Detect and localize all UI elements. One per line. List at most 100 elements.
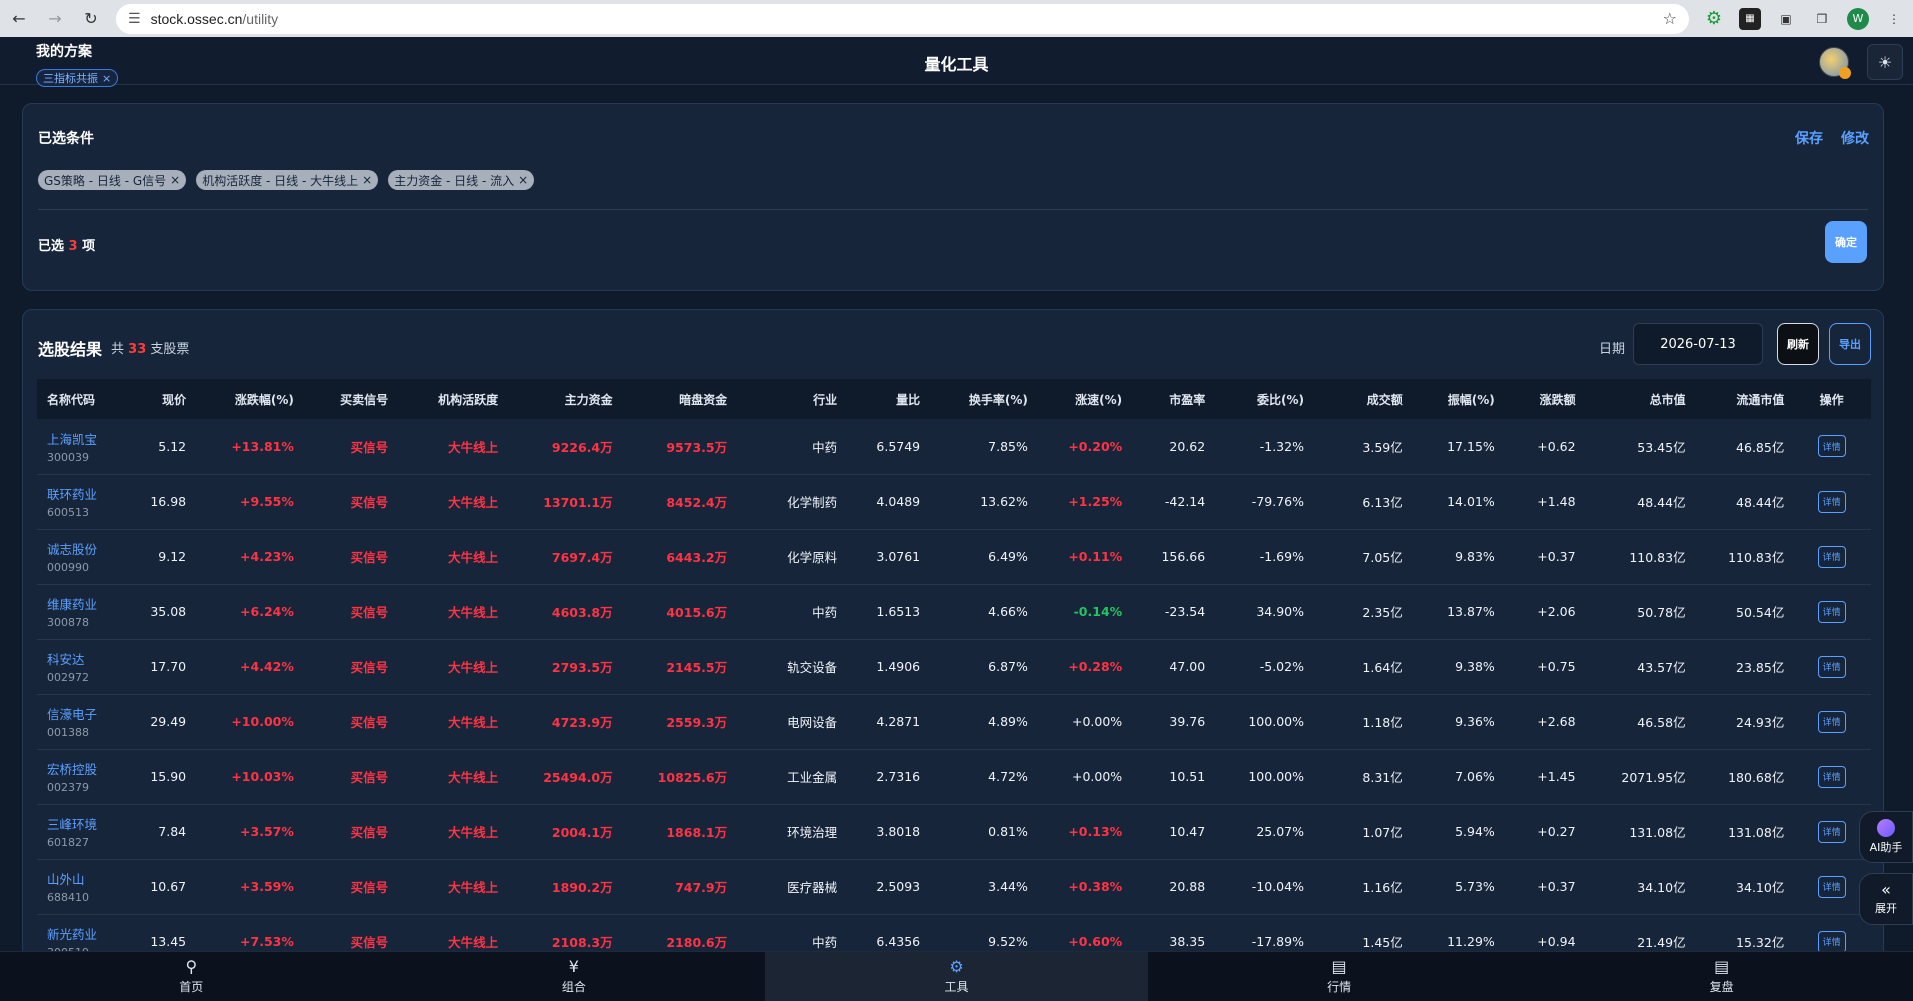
detail-button[interactable]: 详情 bbox=[1817, 765, 1846, 788]
table-row[interactable]: 维康药业 300878 35.08 +6.24% 买信号 大牛线上 4603.8万 4015.… bbox=[37, 584, 1871, 639]
extension-chart-icon[interactable]: ▦ bbox=[1739, 7, 1761, 30]
reload-icon[interactable]: ↻ bbox=[80, 8, 102, 30]
export-button[interactable]: 导出 bbox=[1829, 323, 1871, 365]
search-icon: ⚲ bbox=[185, 957, 198, 976]
table-row[interactable]: 联环药业 600513 16.98 +9.55% 买信号 大牛线上 13701.1万 8452… bbox=[37, 474, 1871, 529]
edit-button[interactable]: 修改 bbox=[1841, 128, 1869, 148]
detail-button[interactable]: 详情 bbox=[1817, 490, 1846, 513]
cell-turnover: 3.44% bbox=[988, 879, 1028, 894]
cell-price: 5.12 bbox=[158, 438, 187, 454]
cell-speed: +0.20% bbox=[1068, 438, 1123, 454]
detail-button[interactable]: 详情 bbox=[1817, 600, 1846, 623]
detail-button[interactable]: 详情 bbox=[1817, 930, 1846, 953]
table-row[interactable]: 诚志股份 000990 9.12 +4.23% 买信号 大牛线上 7697.4万 6443.2… bbox=[37, 529, 1871, 584]
cell-main: 25494.0万 bbox=[543, 770, 613, 785]
nav-home[interactable]: ⚲ 首页 bbox=[0, 952, 383, 1001]
forward-icon[interactable]: → bbox=[44, 8, 66, 30]
detail-button[interactable]: 详情 bbox=[1817, 655, 1846, 678]
ai-assistant-button[interactable]: AI助手 bbox=[1859, 811, 1913, 863]
extension-gear-icon[interactable]: ⚙ bbox=[1703, 8, 1725, 30]
profile-avatar-icon[interactable]: W bbox=[1847, 7, 1869, 30]
nav-tools[interactable]: ⚙ 工具 bbox=[765, 952, 1148, 1001]
column-header[interactable]: 市盈率 bbox=[1130, 379, 1213, 419]
ai-assistant-label: AI助手 bbox=[1869, 841, 1903, 854]
cell-main: 7697.4万 bbox=[551, 550, 613, 565]
detail-button[interactable]: 详情 bbox=[1817, 710, 1846, 733]
stock-name-link[interactable]: 科安达 bbox=[47, 649, 117, 668]
cell-pe: 10.47 bbox=[1169, 824, 1206, 839]
column-header[interactable]: 委比(%) bbox=[1213, 379, 1312, 419]
cell-vr: 1.6513 bbox=[876, 604, 921, 619]
column-header[interactable]: 总市值 bbox=[1584, 379, 1694, 419]
condition-chip[interactable]: GS策略 - 日线 - G信号 × bbox=[38, 170, 187, 190]
column-header[interactable]: 流通市值 bbox=[1694, 379, 1793, 419]
table-row[interactable]: 三峰环境 601827 7.84 +3.57% 买信号 大牛线上 2004.1万 1868.1… bbox=[37, 804, 1871, 859]
nav-label: 行情 bbox=[1327, 980, 1352, 994]
detail-button[interactable]: 详情 bbox=[1817, 435, 1846, 458]
conditions-title: 已选条件 bbox=[38, 131, 94, 147]
nav-market[interactable]: ▤ 行情 bbox=[1148, 952, 1531, 1001]
cell-chg-amt: +0.75 bbox=[1537, 659, 1576, 674]
results-table-wrapper[interactable]: 名称代码 现价 涨跌幅(%) 买卖信号 机构活跃度 主力资金 暗盘资金 行业 量比 换手率(%) 涨… bbox=[37, 379, 1871, 970]
column-header[interactable]: 暗盘资金 bbox=[621, 379, 735, 419]
confirm-button[interactable]: 确定 bbox=[1825, 221, 1867, 263]
stock-name-link[interactable]: 联环药业 bbox=[47, 484, 117, 503]
stock-name-link[interactable]: 维康药业 bbox=[47, 594, 117, 613]
bookmark-star-icon[interactable]: ☆ bbox=[1663, 9, 1677, 28]
column-header[interactable]: 振幅(%) bbox=[1411, 379, 1503, 419]
cell-pe: 10.51 bbox=[1169, 769, 1206, 784]
refresh-button[interactable]: 刷新 bbox=[1777, 323, 1819, 365]
condition-chip[interactable]: 机构活跃度 - 日线 - 大牛线上 × bbox=[196, 170, 379, 190]
extension-box-icon[interactable]: ▣ bbox=[1775, 8, 1797, 30]
cell-turnover: 13.62% bbox=[980, 494, 1028, 509]
close-icon[interactable]: × bbox=[518, 173, 528, 187]
stock-name-link[interactable]: 三峰环境 bbox=[47, 814, 117, 833]
stock-name-link[interactable]: 宏桥控股 bbox=[47, 759, 117, 778]
back-icon[interactable]: ← bbox=[8, 8, 30, 30]
column-header[interactable]: 量比 bbox=[845, 379, 928, 419]
detail-button[interactable]: 详情 bbox=[1817, 820, 1846, 843]
nav-portfolio[interactable]: ¥ 组合 bbox=[383, 952, 766, 1001]
close-icon[interactable]: × bbox=[362, 173, 372, 187]
column-header[interactable]: 涨跌额 bbox=[1503, 379, 1584, 419]
column-header[interactable]: 主力资金 bbox=[506, 379, 620, 419]
table-row[interactable]: 科安达 002972 17.70 +4.42% 买信号 大牛线上 2793.5万 2145.5… bbox=[37, 639, 1871, 694]
stock-name-link[interactable]: 信濠电子 bbox=[47, 704, 117, 723]
table-row[interactable]: 信濠电子 001388 29.49 +10.00% 买信号 大牛线上 4723.9万 2559… bbox=[37, 694, 1871, 749]
user-avatar[interactable] bbox=[1819, 47, 1851, 79]
menu-dots-icon[interactable]: ⋮ bbox=[1883, 8, 1905, 30]
cell-signal: 买信号 bbox=[350, 880, 389, 895]
date-picker[interactable]: 2026-07-13 bbox=[1633, 323, 1763, 365]
theme-toggle-button[interactable]: ☀ bbox=[1867, 44, 1903, 80]
stock-name-link[interactable]: 诚志股份 bbox=[47, 539, 117, 558]
stock-name-link[interactable]: 上海凯宝 bbox=[47, 429, 117, 448]
table-row[interactable]: 上海凯宝 300039 5.12 +13.81% 买信号 大牛线上 9226.4万 9573.… bbox=[37, 419, 1871, 474]
stock-name-link[interactable]: 山外山 bbox=[47, 869, 117, 888]
table-row[interactable]: 山外山 688410 10.67 +3.59% 买信号 大牛线上 1890.2万 747.9万… bbox=[37, 859, 1871, 914]
detail-button[interactable]: 详情 bbox=[1817, 875, 1846, 898]
ai-assistant-icon bbox=[1877, 819, 1895, 837]
cell-fcap: 34.10亿 bbox=[1736, 880, 1785, 895]
column-header[interactable]: 涨跌幅(%) bbox=[194, 379, 302, 419]
site-settings-icon[interactable]: ☰ bbox=[128, 11, 141, 27]
column-header[interactable]: 涨速(%) bbox=[1036, 379, 1130, 419]
table-row[interactable]: 宏桥控股 002379 15.90 +10.03% 买信号 大牛线上 25494.0万 108… bbox=[37, 749, 1871, 804]
condition-chip[interactable]: 主力资金 - 日线 - 流入 × bbox=[388, 170, 535, 190]
close-icon[interactable]: × bbox=[170, 173, 180, 187]
cell-price: 10.67 bbox=[150, 879, 187, 894]
address-bar[interactable]: ☰ stock.ossec.cn/utility ☆ bbox=[116, 3, 1689, 34]
stock-name-link[interactable]: 新光药业 bbox=[47, 924, 117, 943]
extensions-puzzle-icon[interactable]: ❒ bbox=[1811, 8, 1833, 30]
save-button[interactable]: 保存 bbox=[1795, 128, 1823, 148]
cell-dark: 747.9万 bbox=[675, 880, 728, 895]
detail-button[interactable]: 详情 bbox=[1817, 545, 1846, 568]
stock-name-cell: 宏桥控股 002379 bbox=[37, 749, 125, 804]
column-header[interactable]: 换手率(%) bbox=[928, 379, 1036, 419]
expand-button[interactable]: « 展开 bbox=[1859, 873, 1913, 925]
cell-amp: 5.73% bbox=[1455, 879, 1495, 894]
url-path: /utility bbox=[242, 10, 279, 27]
nav-review[interactable]: ▤ 复盘 bbox=[1530, 952, 1913, 1001]
column-header[interactable]: 现价 bbox=[125, 379, 195, 419]
column-header[interactable]: 成交额 bbox=[1312, 379, 1411, 419]
cell-inst: 大牛线上 bbox=[448, 605, 499, 620]
